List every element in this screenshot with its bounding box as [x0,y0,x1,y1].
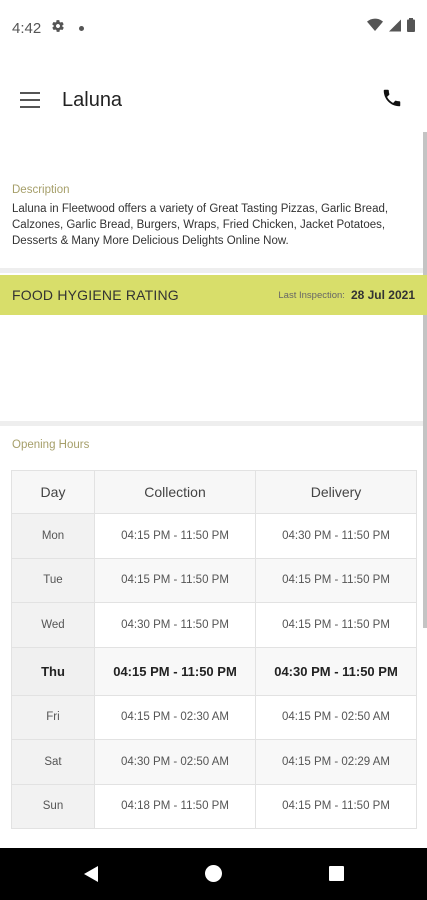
opening-hours-label: Opening Hours [12,439,90,451]
row-delivery: 04:15 PM - 02:50 AM [255,694,417,740]
row-collection: 04:15 PM - 02:30 AM [94,694,256,740]
status-bar: 4:42 [0,0,427,56]
phone-icon[interactable] [381,87,405,111]
row-day: Sat [11,739,95,785]
row-day: Mon [11,513,95,559]
header-delivery: Delivery [255,470,417,514]
row-delivery: 04:15 PM - 11:50 PM [255,783,417,829]
row-day: Tue [11,557,95,603]
system-nav-bar [0,848,427,900]
row-delivery: 04:30 PM - 11:50 PM [255,646,417,696]
status-time: 4:42 [12,19,42,37]
table-row: Sat 04:30 PM - 02:50 AM 04:15 PM - 02:29… [11,739,417,785]
divider [0,421,423,426]
table-row: Tue 04:15 PM - 11:50 PM 04:15 PM - 11:50… [11,557,417,603]
description-text: Laluna in Fleetwood offers a variety of … [12,203,389,247]
table-row-today: Thu 04:15 PM - 11:50 PM 04:30 PM - 11:50… [11,646,417,696]
row-day: Thu [11,646,95,696]
table-row: Mon 04:15 PM - 11:50 PM 04:30 PM - 11:50… [11,513,417,559]
row-collection: 04:15 PM - 11:50 PM [94,513,256,559]
row-day: Wed [11,602,95,648]
row-delivery: 04:15 PM - 11:50 PM [255,602,417,648]
row-delivery: 04:15 PM - 11:50 PM [255,557,417,603]
table-header-row: Day Collection Delivery [11,470,417,514]
row-day: Sun [11,783,95,829]
signal-icon [389,19,401,32]
divider [0,268,423,273]
header-collection: Collection [94,470,256,514]
gear-icon [51,19,65,37]
description-section: Description Laluna in Fleetwood offers a… [12,184,410,249]
description-label: Description [12,184,70,196]
table-row: Sun 04:18 PM - 11:50 PM 04:15 PM - 11:50… [11,783,417,829]
row-delivery: 04:15 PM - 02:29 AM [255,739,417,785]
row-collection: 04:30 PM - 02:50 AM [94,739,256,785]
row-collection: 04:15 PM - 11:50 PM [94,646,256,696]
home-icon[interactable] [205,865,222,882]
row-collection: 04:18 PM - 11:50 PM [94,783,256,829]
hygiene-title: FOOD HYGIENE RATING [12,287,179,303]
last-inspection-date: 28 Jul 2021 [350,288,415,302]
food-hygiene-bar: FOOD HYGIENE RATING Last Inspection: 28 … [0,275,427,315]
header-day: Day [11,470,95,514]
status-icons [367,18,415,32]
opening-hours-table: Day Collection Delivery Mon 04:15 PM - 1… [11,470,417,829]
table-row: Fri 04:15 PM - 02:30 AM 04:15 PM - 02:50… [11,694,417,740]
app-bar: Laluna [0,72,427,128]
back-icon[interactable] [82,865,100,883]
row-collection: 04:30 PM - 11:50 PM [94,602,256,648]
row-collection: 04:15 PM - 11:50 PM [94,557,256,603]
hamburger-menu-icon[interactable] [20,92,40,108]
recent-apps-icon[interactable] [329,866,344,881]
wifi-icon [367,18,383,32]
scrollbar[interactable] [423,132,427,628]
last-inspection: Last Inspection: 28 Jul 2021 [278,288,415,302]
row-day: Fri [11,694,95,740]
table-row: Wed 04:30 PM - 11:50 PM 04:15 PM - 11:50… [11,602,417,648]
notification-dot [79,25,85,31]
page-title: Laluna [62,89,123,111]
row-delivery: 04:30 PM - 11:50 PM [255,513,417,559]
battery-icon [407,18,415,32]
last-inspection-label: Last Inspection: [278,289,345,301]
